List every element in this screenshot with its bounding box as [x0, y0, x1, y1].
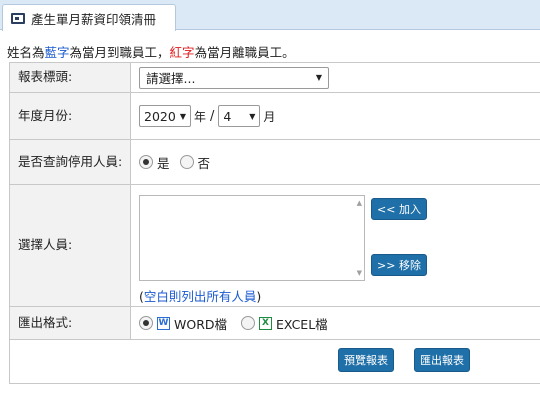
radio-yes-label: 是 — [157, 155, 170, 171]
export-format-label: 匯出格式: — [10, 307, 131, 339]
year-suffix: 年 — [194, 109, 207, 124]
chevron-down-icon: ▼ — [315, 73, 322, 82]
radio-word-circle[interactable] — [139, 316, 153, 330]
row-actions: 預覽報表 匯出報表 — [10, 340, 540, 385]
remove-staff-button[interactable]: >> 移除 — [371, 254, 427, 276]
radio-excel[interactable]: X EXCEL檔 — [241, 314, 328, 333]
export-report-button[interactable]: 匯出報表 — [414, 348, 470, 372]
preview-report-button[interactable]: 預覽報表 — [338, 348, 394, 372]
report-header-selected: 請選擇... — [146, 71, 196, 86]
radio-yes-circle[interactable] — [139, 155, 153, 169]
report-form: 報表標頭: 請選擇... ▼ 年度月份: 2020 ▼ 年 / 4 ▼ 月 是否… — [9, 62, 540, 384]
scroll-up-icon[interactable]: ▲ — [357, 199, 362, 207]
radio-excel-circle[interactable] — [241, 316, 256, 330]
tab-bar: 產生單月薪資印領清冊 — [0, 0, 540, 31]
report-header-select[interactable]: 請選擇... ▼ — [139, 66, 329, 89]
radio-no[interactable]: 否 — [179, 153, 211, 172]
report-header-label: 報表標頭: — [10, 63, 131, 92]
year-value: 2020 — [144, 108, 176, 124]
chevron-down-icon: ▼ — [249, 111, 256, 121]
blank-lists-all-hint: (空白則列出所有人員) — [139, 286, 261, 305]
month-value: 4 — [223, 108, 232, 124]
staff-listbox[interactable]: ▲ ▼ — [139, 195, 365, 281]
color-legend-note: 姓名為藍字為當月到職員工，紅字為當月離職員工。 — [7, 42, 295, 61]
tab-title: 產生單月薪資印領清冊 — [31, 11, 157, 27]
note-text: 姓名為 — [7, 45, 45, 60]
date-separator: / — [210, 108, 215, 124]
include-inactive-label: 是否查詢停用人員: — [10, 140, 131, 184]
excel-file-icon: X — [259, 316, 273, 330]
radio-no-label: 否 — [197, 155, 211, 171]
hint-paren: ) — [256, 289, 262, 304]
row-year-month: 年度月份: 2020 ▼ 年 / 4 ▼ 月 — [10, 93, 540, 140]
hint-text: 空白則列出所有人員 — [143, 289, 257, 304]
month-select[interactable]: 4 ▼ — [218, 105, 261, 127]
scroll-down-icon[interactable]: ▼ — [357, 269, 362, 277]
row-export-format: 匯出格式: W WORD檔 X EXCEL檔 — [10, 307, 540, 340]
note-text: 為當月到職員工， — [69, 45, 170, 60]
radio-word-label: WORD檔 — [174, 316, 228, 332]
radio-excel-label: EXCEL檔 — [276, 316, 328, 332]
year-month-label: 年度月份: — [10, 93, 131, 139]
select-staff-label: 選擇人員: — [10, 185, 131, 306]
row-select-staff: 選擇人員: ▲ ▼ << 加入 >> 移除 (空白則列出所有人員) — [10, 185, 540, 307]
word-file-icon: W — [157, 316, 170, 330]
add-staff-button[interactable]: << 加入 — [371, 198, 427, 220]
tab-payroll-register[interactable]: 產生單月薪資印領清冊 — [2, 4, 176, 31]
radio-no-circle[interactable] — [179, 155, 194, 169]
radio-word[interactable]: W WORD檔 — [139, 314, 227, 333]
month-suffix: 月 — [263, 109, 276, 124]
note-blue-word: 藍字 — [44, 45, 70, 60]
radio-yes[interactable]: 是 — [139, 153, 170, 172]
chevron-down-icon: ▼ — [179, 111, 186, 121]
note-text: 為當月離職員工。 — [194, 45, 295, 60]
note-red-word: 紅字 — [169, 45, 195, 60]
report-icon — [11, 12, 25, 24]
row-report-header: 報表標頭: 請選擇... ▼ — [10, 63, 540, 93]
year-select[interactable]: 2020 ▼ — [139, 105, 191, 127]
row-include-inactive: 是否查詢停用人員: 是 否 — [10, 140, 540, 185]
